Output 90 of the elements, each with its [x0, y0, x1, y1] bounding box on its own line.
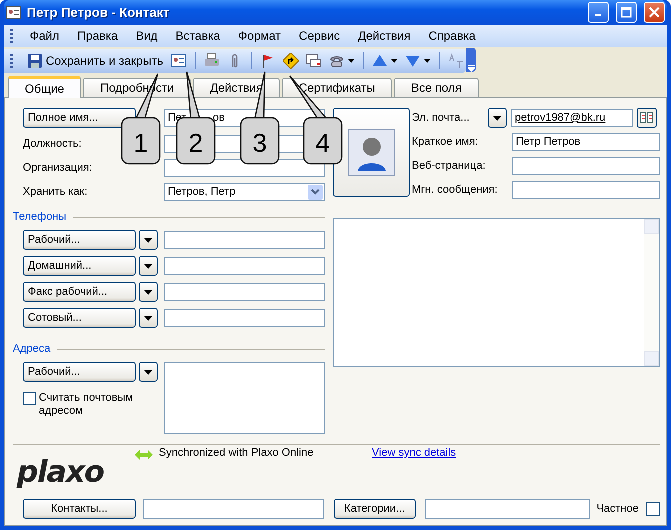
dropdown-button[interactable] — [139, 362, 158, 382]
toolbar-options-button[interactable] — [466, 48, 476, 72]
email-input[interactable]: petrov1987@bk.ru — [511, 109, 633, 127]
phone-type-button[interactable]: Домашний... — [23, 256, 136, 276]
person-silhouette-icon — [348, 128, 396, 176]
minimize-button[interactable] — [588, 2, 609, 23]
save-and-close-button[interactable]: Сохранить и закрыть — [24, 52, 166, 68]
private-checkbox[interactable] — [646, 502, 660, 516]
maximize-icon — [621, 7, 632, 18]
field-label: Организация: — [23, 162, 92, 174]
diamond-arrow-icon — [283, 52, 300, 68]
private-label: Частное — [596, 503, 639, 515]
plaxo-logo: plaxo — [16, 455, 105, 492]
caret-icon — [144, 290, 153, 294]
caret-icon — [144, 370, 153, 374]
caret-icon — [144, 316, 153, 320]
categories-button[interactable]: Категории... — [334, 499, 416, 519]
contact-photo-button[interactable] — [333, 108, 410, 197]
dropdown-button[interactable] — [139, 282, 158, 302]
close-icon — [649, 7, 660, 18]
menu-item[interactable]: Формат — [229, 29, 290, 43]
address-book-icon[interactable] — [637, 108, 657, 128]
tab[interactable]: Сертификаты — [282, 78, 392, 97]
envelope-icon — [306, 52, 322, 68]
menu-item[interactable]: Справка — [420, 29, 485, 43]
sync-status: Synchronized with Plaxo Online — [159, 447, 315, 461]
grip-handle[interactable] — [10, 54, 13, 68]
caret-icon — [391, 58, 398, 62]
phone-input[interactable] — [164, 309, 325, 327]
section-title: Телефоны — [13, 211, 67, 223]
tab[interactable]: Действия — [193, 78, 280, 97]
full-name-button[interactable]: Полное имя... — [23, 108, 136, 128]
dropdown-button[interactable] — [139, 256, 158, 276]
field-label: Краткое имя: — [412, 136, 480, 148]
field-label: Хранить как: — [23, 186, 88, 198]
field-label: Мгн. сообщения: — [412, 184, 499, 196]
address-input[interactable] — [164, 362, 325, 434]
caret-icon — [144, 264, 153, 268]
checkbox-label: Считать почтовым адресом — [39, 392, 134, 418]
grip-handle[interactable] — [10, 29, 13, 43]
translate-icon — [448, 52, 464, 68]
file-as-select[interactable]: Петров, Петр — [164, 183, 325, 201]
contact-card-icon — [6, 4, 22, 20]
address-type-button[interactable]: Рабочий... — [23, 362, 136, 382]
dropdown-button[interactable] — [139, 230, 158, 250]
caret-icon — [144, 238, 153, 242]
up-arrow-icon — [372, 52, 388, 68]
phone-input[interactable] — [164, 257, 325, 275]
maximize-button[interactable] — [616, 2, 637, 23]
scrollbar[interactable] — [644, 219, 659, 366]
contacts-button[interactable]: Контакты... — [23, 499, 136, 519]
close-button[interactable] — [644, 2, 665, 23]
phone-type-button[interactable]: Факс рабочий... — [23, 282, 136, 302]
phone-type-button[interactable]: Рабочий... — [23, 230, 136, 250]
sync-arrows-icon — [135, 449, 153, 461]
tab[interactable]: Все поля — [394, 78, 479, 97]
toolbar-button[interactable] — [281, 52, 302, 68]
menu-item[interactable]: Файл — [21, 29, 69, 43]
menu-item[interactable]: Вид — [127, 29, 167, 43]
menu-item[interactable]: Вставка — [166, 29, 230, 43]
toolbar-button[interactable] — [370, 52, 400, 68]
name-fragment: ов — [213, 112, 225, 124]
field-label: Веб-страница: — [412, 160, 487, 172]
dropdown-button[interactable] — [139, 308, 158, 328]
dropdown-button[interactable] — [488, 108, 507, 128]
tab[interactable]: Общие — [8, 76, 82, 98]
input-field[interactable] — [512, 157, 660, 175]
menu-item[interactable]: Правка — [68, 29, 128, 43]
checkbox[interactable] — [23, 392, 36, 405]
menu-item[interactable]: Действия — [349, 29, 420, 43]
chevron-down-icon — [468, 65, 475, 72]
printer-icon — [204, 52, 220, 68]
view-sync-details-link[interactable]: View sync details — [372, 447, 456, 499]
email-label: Эл. почта... — [412, 112, 471, 124]
menu-item[interactable]: Сервис — [290, 29, 350, 43]
phone-input[interactable] — [164, 283, 325, 301]
phone-type-button[interactable]: Сотовый... — [23, 308, 136, 328]
window-title: Петр Петров - Контакт — [27, 5, 171, 20]
chevron-down-icon — [311, 189, 320, 195]
contact-card-icon — [171, 52, 188, 68]
contacts-input[interactable] — [142, 499, 324, 519]
phone-input[interactable] — [164, 231, 325, 249]
input-field[interactable] — [512, 181, 660, 199]
input-field[interactable]: Петр Петров — [512, 133, 660, 151]
caret-icon — [424, 58, 432, 62]
categories-input[interactable] — [424, 499, 590, 519]
caret-icon — [348, 58, 356, 62]
section-title: Адреса — [13, 343, 51, 355]
caret-icon — [493, 116, 502, 120]
field-label: Должность: — [23, 138, 82, 150]
